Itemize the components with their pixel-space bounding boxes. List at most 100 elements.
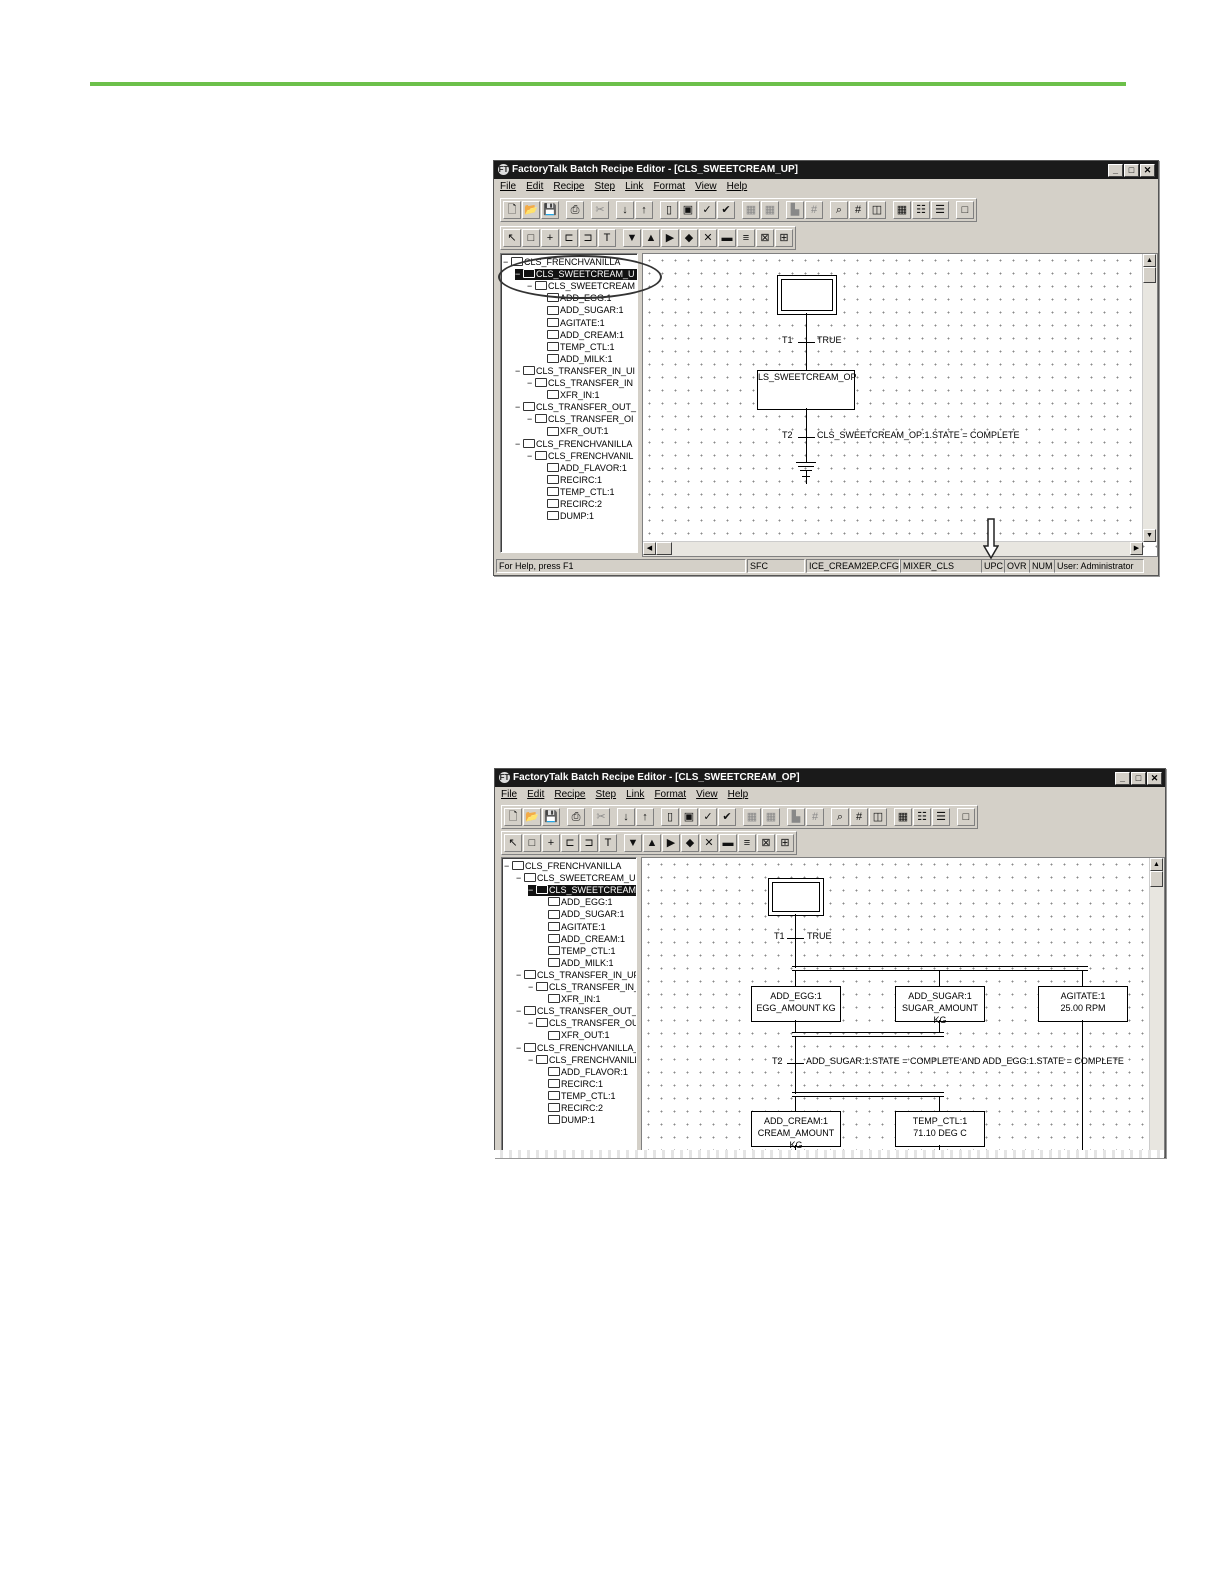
step-temp-ctl[interactable]: TEMP_CTL:1 71.10 DEG C [895,1111,985,1147]
align-b-icon[interactable]: ▲ [642,229,660,247]
save-icon[interactable]: 💾 [542,808,560,826]
tree-item[interactable]: TEMP_CTL:1 [539,487,618,498]
table-icon[interactable]: ▦ [894,808,912,826]
print-icon[interactable]: ⎙ [566,201,584,219]
text-tool-icon[interactable]: T [598,229,616,247]
verify-all-icon[interactable]: ✔ [718,808,736,826]
vertical-scrollbar[interactable]: ▲ [1149,858,1164,1157]
align-h-icon[interactable]: ⊠ [757,834,775,852]
step-tool-icon[interactable]: □ [522,229,540,247]
minimize-button[interactable]: _ [1115,772,1130,785]
print-icon[interactable]: ⎙ [567,808,585,826]
step-sweetcream-op[interactable]: LS_SWEETCREAM_OP [757,370,857,410]
list-view-icon[interactable]: ☰ [931,201,949,219]
tree-item[interactable]: DUMP:1 [539,511,597,522]
list-view-icon[interactable]: ☰ [932,808,950,826]
tree-item[interactable]: XFR_OUT:1 [539,426,612,437]
tree-item[interactable]: RECIRC:2 [539,499,605,510]
vertical-scrollbar[interactable]: ▲ ▼ [1142,254,1157,542]
tree-item[interactable]: − CLS_TRANSFER_IN_UI [515,366,637,377]
tree-item[interactable]: − CLS_FRENCHVANIL [527,451,636,462]
tree-item[interactable]: − CLS_TRANSFER_IN_C [528,982,636,993]
scroll-thumb[interactable] [1150,871,1163,887]
transition-t2-condition[interactable]: CLS_SWEETCREAM_OP:1.STATE = COMPLETE [817,430,1019,440]
tree-item[interactable]: − CLS_TRANSFER_IN [527,378,636,389]
save-icon[interactable]: 💾 [541,201,559,219]
close-button[interactable]: ✕ [1140,164,1155,177]
align-f-icon[interactable]: ▬ [719,834,737,852]
collapse-icon[interactable]: − [527,451,535,462]
tool-a-icon[interactable]: ▦ [742,201,760,219]
verify-all-icon[interactable]: ✔ [717,201,735,219]
scroll-up-icon[interactable]: ▲ [1150,858,1163,871]
tree-item[interactable]: TEMP_CTL:1 [540,1091,619,1102]
menu-recipe[interactable]: Recipe [553,179,584,195]
maximize-button[interactable]: □ [1131,772,1146,785]
cut-icon[interactable]: ✂ [591,201,609,219]
tree-item[interactable]: AGITATE:1 [539,318,608,329]
collapse-icon[interactable]: − [516,1006,524,1017]
tree-item[interactable]: ADD_MILK:1 [539,354,616,365]
align-b-icon[interactable]: ▲ [643,834,661,852]
page-icon[interactable]: ▯ [660,201,678,219]
menu-format[interactable]: Format [654,787,686,803]
verify-icon[interactable]: ✓ [698,201,716,219]
tree-item[interactable]: AGITATE:1 [540,922,609,933]
collapse-icon[interactable]: − [516,873,524,884]
collapse-icon[interactable]: − [516,1043,524,1054]
link-tool-icon[interactable]: ⊐ [579,229,597,247]
zoom-icon[interactable]: ⌕ [831,808,849,826]
tree-item[interactable]: XFR_OUT:1 [540,1030,613,1041]
tree-item[interactable]: ADD_FLAVOR:1 [540,1067,631,1078]
zoom-icon[interactable]: ⌕ [830,201,848,219]
align-d-icon[interactable]: ◆ [681,834,699,852]
scroll-thumb[interactable] [1143,267,1156,283]
table-dis-icon[interactable]: # [805,201,823,219]
page-icon[interactable]: ▯ [661,808,679,826]
tool-b-icon[interactable]: ▦ [761,201,779,219]
properties-icon[interactable]: ▣ [679,201,697,219]
tree-item[interactable]: ADD_CREAM:1 [540,934,628,945]
align-i-icon[interactable]: ⊞ [776,834,794,852]
align-h-icon[interactable]: ⊠ [756,229,774,247]
database-icon[interactable]: ◫ [869,808,887,826]
collapse-icon[interactable]: − [515,439,523,450]
tree-item[interactable]: − CLS_FRENCHVANILLA [515,439,635,450]
branch-tool-icon[interactable]: ⊏ [561,834,579,852]
align-c-icon[interactable]: ▶ [662,834,680,852]
collapse-icon[interactable]: − [527,414,535,425]
tree-item[interactable]: − CLS_SWEETCREAM_C [528,885,636,897]
tree-view-icon[interactable]: ☷ [913,808,931,826]
tree-item[interactable]: − CLS_TRANSFER_OUT_UI [516,1006,636,1017]
tree-item[interactable]: TEMP_CTL:1 [539,342,618,353]
minimize-button[interactable]: _ [1108,164,1123,177]
collapse-icon[interactable]: − [528,885,536,896]
align-i-icon[interactable]: ⊞ [775,229,793,247]
move-up-icon[interactable]: ↑ [635,201,653,219]
menu-format[interactable]: Format [653,179,685,195]
tree-item[interactable]: − CLS_FRENCHVANILLA [504,861,624,872]
transition-t1-condition[interactable]: TRUE [817,335,842,345]
step-tool-icon[interactable]: □ [523,834,541,852]
collapse-icon[interactable]: − [528,982,536,993]
properties-icon[interactable]: ▣ [680,808,698,826]
tool-a-icon[interactable]: ▦ [743,808,761,826]
transition-t2-condition[interactable]: ADD_SUGAR:1.STATE = COMPLETE AND ADD_EGG… [806,1056,1124,1066]
tree-item[interactable]: DUMP:1 [540,1115,598,1126]
scroll-down-icon[interactable]: ▼ [1143,529,1156,542]
tree-item[interactable]: RECIRC:1 [540,1079,606,1090]
tree-item[interactable]: − CLS_TRANSFER_OUT_ [515,402,637,413]
step-agitate[interactable]: AGITATE:1 25.00 RPM [1038,986,1128,1022]
transition-t1-condition[interactable]: TRUE [807,931,832,941]
align-e-icon[interactable]: ✕ [700,834,718,852]
tool-b-icon[interactable]: ▦ [762,808,780,826]
close-button[interactable]: ✕ [1147,772,1162,785]
grid-icon[interactable]: # [849,201,867,219]
menu-link[interactable]: Link [626,787,644,803]
sfc-canvas[interactable]: T1 TRUE ADD_EGG:1 EGG_AMOUNT KG ADD_SUGA… [641,857,1165,1157]
collapse-icon[interactable]: − [528,1055,536,1066]
menu-file[interactable]: File [500,179,516,195]
tree-item[interactable]: XFR_IN:1 [539,390,603,401]
verify-icon[interactable]: ✓ [699,808,717,826]
tree-item[interactable]: ADD_CREAM:1 [539,330,627,341]
